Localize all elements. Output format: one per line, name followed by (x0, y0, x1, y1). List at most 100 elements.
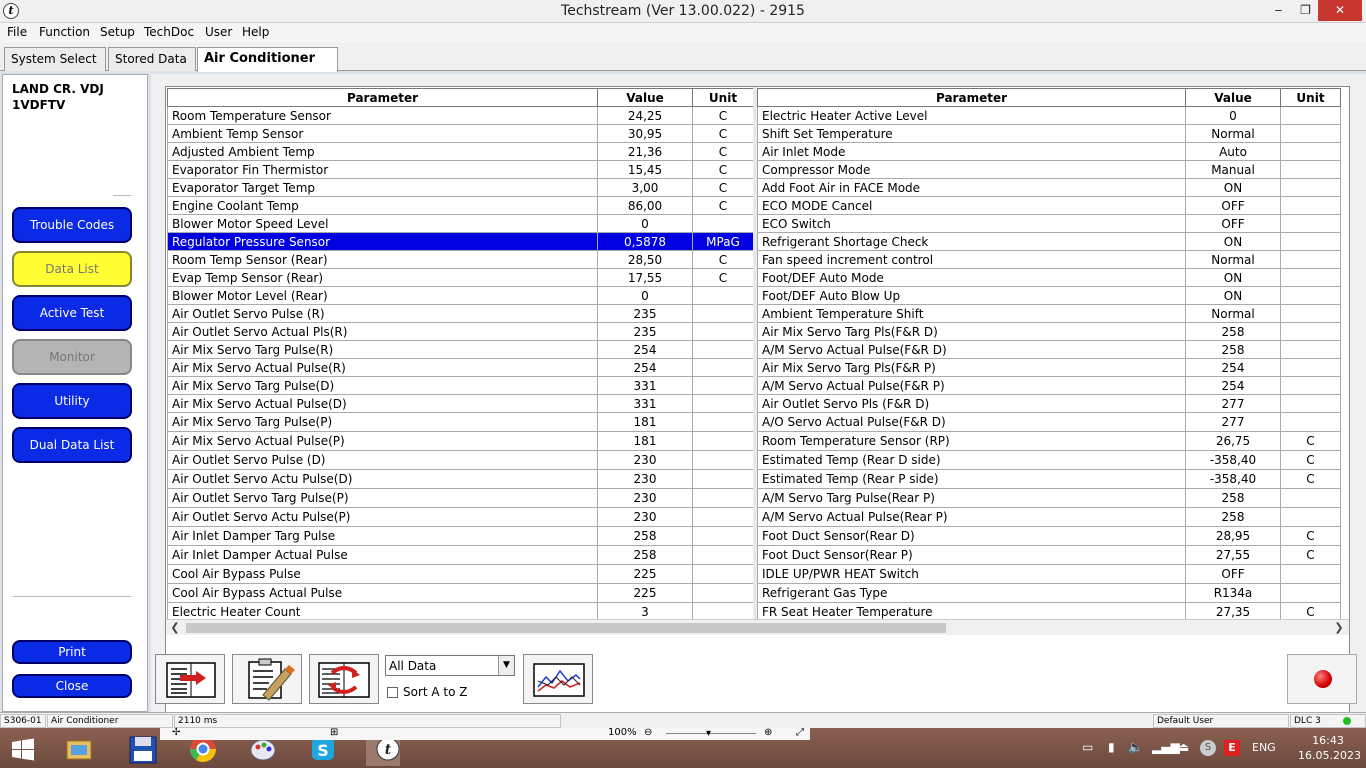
table-row[interactable]: Add Foot Air in FACE Mode ON (757, 178, 1341, 197)
record-button[interactable] (1287, 654, 1357, 704)
table-row[interactable]: Foot/DEF Auto Mode ON (757, 268, 1341, 287)
tab-stored-data[interactable]: Stored Data (108, 47, 196, 71)
table-row[interactable]: IDLE UP/PWR HEAT Switch OFF (757, 564, 1341, 584)
table-row[interactable]: A/M Servo Actual Pulse(F&R D) 258 (757, 340, 1341, 359)
table-row[interactable]: Evaporator Target Temp 3,00 C (167, 178, 754, 197)
minimize-button[interactable]: ‒ (1265, 0, 1292, 21)
table-row[interactable]: Air Mix Servo Targ Pls(F&R P) 254 (757, 358, 1341, 377)
utility-button[interactable]: Utility (12, 383, 132, 419)
table-row[interactable]: A/O Servo Actual Pulse(F&R D) 277 (757, 412, 1341, 432)
dual-data-list-button[interactable]: Dual Data List (12, 427, 132, 463)
menu-help[interactable]: Help (242, 25, 269, 39)
zoom-in-icon[interactable]: ⊕ (764, 727, 772, 738)
table-row[interactable]: Room Temp Sensor (Rear) 28,50 C (167, 250, 754, 269)
zoom-out-icon[interactable]: ⊖ (644, 727, 652, 738)
table-row[interactable]: Engine Coolant Temp 86,00 C (167, 196, 754, 215)
table-row[interactable]: Air Mix Servo Targ Pulse(D) 331 (167, 376, 754, 395)
table-row[interactable]: Air Mix Servo Actual Pulse(D) 331 (167, 394, 754, 413)
table-row[interactable]: Electric Heater Active Level 0 (757, 106, 1341, 125)
close-window-button[interactable]: ✕ (1318, 0, 1362, 21)
table-row[interactable]: Air Mix Servo Targ Pulse(P) 181 (167, 412, 754, 432)
table-row[interactable]: Air Outlet Servo Pulse (R) 235 (167, 304, 754, 323)
app-tray-icon[interactable]: E (1224, 740, 1240, 756)
horizontal-scrollbar[interactable]: ❮ ❯ (166, 619, 1349, 635)
volume-icon[interactable]: 🔈 (1128, 740, 1143, 754)
table-row[interactable]: Air Mix Servo Targ Pulse(R) 254 (167, 340, 754, 359)
monitor-button[interactable]: Monitor (12, 339, 132, 375)
clock[interactable]: 16:43 16.05.2023 (1298, 733, 1361, 763)
sort-a-to-z-checkbox[interactable] (387, 687, 398, 698)
table-row[interactable]: Air Outlet Servo Actu Pulse(P) 230 (167, 507, 754, 527)
column-header-parameter[interactable]: Parameter (757, 88, 1186, 107)
scrollbar-thumb[interactable] (186, 623, 946, 633)
fit-icon[interactable]: ⤢ (796, 727, 804, 738)
table-row[interactable]: Foot Duct Sensor(Rear P) 27,55 C (757, 545, 1341, 565)
column-header-unit[interactable]: Unit (692, 88, 754, 107)
table-row[interactable]: A/M Servo Targ Pulse(Rear P) 258 (757, 488, 1341, 508)
active-test-button[interactable]: Active Test (12, 295, 132, 331)
table-row[interactable]: Air Mix Servo Targ Pls(F&R D) 258 (757, 322, 1341, 341)
battery-icon[interactable]: ▮ (1108, 740, 1115, 754)
column-header-parameter[interactable]: Parameter (167, 88, 598, 107)
data-list-button[interactable]: Data List (12, 251, 132, 287)
scroll-left-icon[interactable]: ❮ (168, 620, 182, 635)
table-row[interactable]: Ambient Temp Sensor 30,95 C (167, 124, 754, 143)
file-explorer-icon[interactable] (62, 732, 96, 766)
table-row[interactable]: Cool Air Bypass Pulse 225 (167, 564, 754, 584)
table-row[interactable]: Blower Motor Speed Level 0 (167, 214, 754, 233)
table-row[interactable]: Air Inlet Mode Auto (757, 142, 1341, 161)
snapshot-button[interactable] (232, 654, 302, 704)
desktop-icon[interactable]: ▭ (1082, 740, 1093, 754)
table-row[interactable]: Evap Temp Sensor (Rear) 17,55 C (167, 268, 754, 287)
table-row[interactable]: Estimated Temp (Rear P side) -358,40 C (757, 469, 1341, 489)
table-row[interactable]: Room Temperature Sensor (RP) 26,75 C (757, 431, 1341, 451)
table-row[interactable]: Blower Motor Level (Rear) 0 (167, 286, 754, 305)
tab-air-conditioner-live[interactable]: Air Conditioner Live (197, 47, 338, 88)
table-row[interactable]: Fan speed increment control Normal (757, 250, 1341, 269)
menu-user[interactable]: User (205, 25, 232, 39)
table-row[interactable]: ECO MODE Cancel OFF (757, 196, 1341, 215)
chevron-down-icon[interactable]: ▼ (498, 656, 514, 675)
table-row[interactable]: Evaporator Fin Thermistor 15,45 C (167, 160, 754, 179)
close-button[interactable]: Close (12, 674, 132, 698)
column-header-unit[interactable]: Unit (1280, 88, 1341, 107)
table-row[interactable]: ECO Switch OFF (757, 214, 1341, 233)
table-row[interactable]: Ambient Temperature Shift Normal (757, 304, 1341, 323)
input-language[interactable]: ENG (1252, 741, 1276, 754)
grid-icon[interactable]: ⊞ (330, 727, 338, 738)
table-row[interactable]: Refrigerant Shortage Check ON (757, 232, 1341, 251)
tab-system-select[interactable]: System Select (4, 47, 106, 71)
swap-lists-button[interactable] (309, 654, 379, 704)
menu-function[interactable]: Function (39, 25, 90, 39)
column-header-value[interactable]: Value (1185, 88, 1281, 107)
zoom-slider-thumb[interactable]: ▾ (706, 728, 711, 739)
data-filter-select[interactable]: All Data ▼ (385, 655, 515, 676)
table-row[interactable]: Air Outlet Servo Actu Pulse(D) 230 (167, 469, 754, 489)
usb-icon[interactable]: ⏏ (1178, 740, 1189, 754)
move-icon[interactable]: ✢ (172, 727, 180, 738)
menu-file[interactable]: File (7, 25, 27, 39)
column-header-value[interactable]: Value (597, 88, 693, 107)
table-row[interactable]: Refrigerant Gas Type R134a (757, 583, 1341, 603)
scroll-right-icon[interactable]: ❯ (1332, 620, 1346, 635)
table-row[interactable]: Air Mix Servo Actual Pulse(R) 254 (167, 358, 754, 377)
table-row[interactable]: Cool Air Bypass Actual Pulse 225 (167, 583, 754, 603)
select-parameters-button[interactable] (155, 654, 225, 704)
table-row[interactable]: Air Mix Servo Actual Pulse(P) 181 (167, 431, 754, 451)
table-row[interactable]: Compressor Mode Manual (757, 160, 1341, 179)
table-row[interactable]: Air Inlet Damper Targ Pulse 258 (167, 526, 754, 546)
table-row[interactable]: Shift Set Temperature Normal (757, 124, 1341, 143)
table-row[interactable]: Regulator Pressure Sensor 0,5878 MPaG (167, 232, 754, 251)
table-row[interactable]: Adjusted Ambient Temp 21,36 C (167, 142, 754, 161)
table-row[interactable]: Air Outlet Servo Targ Pulse(P) 230 (167, 488, 754, 508)
table-row[interactable]: Air Outlet Servo Pls (F&R D) 277 (757, 394, 1341, 413)
print-button[interactable]: Print (12, 640, 132, 664)
menu-techdoc[interactable]: TechDoc (144, 25, 194, 39)
graph-button[interactable] (523, 654, 593, 704)
table-row[interactable]: Foot Duct Sensor(Rear D) 28,95 C (757, 526, 1341, 546)
table-row[interactable]: Room Temperature Sensor 24,25 C (167, 106, 754, 125)
table-row[interactable]: A/M Servo Actual Pulse(F&R P) 254 (757, 376, 1341, 395)
table-row[interactable]: Air Outlet Servo Actual Pls(R) 235 (167, 322, 754, 341)
trouble-codes-button[interactable]: Trouble Codes (12, 207, 132, 243)
table-row[interactable]: Air Inlet Damper Actual Pulse 258 (167, 545, 754, 565)
